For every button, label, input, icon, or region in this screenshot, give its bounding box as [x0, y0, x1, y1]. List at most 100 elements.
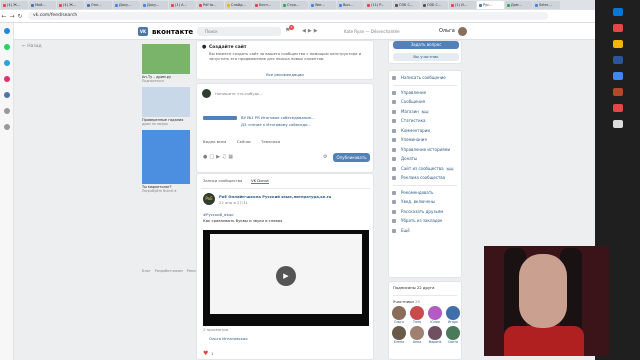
post-commenter[interactable]: Ольга Игнатовская: [209, 336, 248, 341]
browser-tab[interactable]: (11) P...: [365, 1, 392, 9]
vk-logo[interactable]: VK: [138, 27, 148, 36]
ad-image[interactable]: [142, 44, 190, 74]
visibility-option[interactable]: Видно всем: [203, 139, 226, 144]
avatar[interactable]: [458, 27, 467, 36]
back-link[interactable]: ← Назад: [22, 44, 42, 49]
attach-icons[interactable]: ●□▶♫▦: [203, 154, 235, 160]
menu-item[interactable]: Упоминания: [389, 135, 461, 145]
member-item[interactable]: Ольга: [391, 306, 407, 324]
friends-label[interactable]: Подписаны 22 друга: [389, 282, 461, 293]
post-time[interactable]: 22 апр в 17:31: [219, 200, 248, 205]
member-item[interactable]: Елена: [391, 326, 407, 344]
messenger-icon[interactable]: [3, 28, 10, 34]
vk-brand[interactable]: вконтакте: [152, 28, 193, 36]
member-item[interactable]: Света: [445, 326, 461, 344]
play-icon[interactable]: ▶: [276, 266, 296, 286]
menu-item[interactable]: Реклама сообщества: [389, 173, 461, 183]
menu-item[interactable]: Рекомендовать: [389, 188, 461, 198]
browser-tab[interactable]: Онл...: [85, 1, 112, 9]
word-icon[interactable]: [612, 56, 623, 64]
browser-tab[interactable]: Слайд...: [225, 1, 252, 9]
browser-tab[interactable]: ОЗБ С...: [393, 1, 420, 9]
browser-tab[interactable]: (1) А...: [169, 1, 196, 9]
member-button[interactable]: Вы участник: [393, 53, 459, 61]
topic-option[interactable]: Тематика: [261, 139, 280, 144]
composer-input[interactable]: Напишите что-нибудь...: [215, 91, 263, 96]
whatsapp-icon[interactable]: [3, 44, 10, 50]
telegram-icon[interactable]: [3, 60, 10, 66]
menu-item[interactable]: Статистика: [389, 116, 461, 126]
post-author-avatar[interactable]: PoE: [203, 193, 215, 205]
attachment-1[interactable]: ВУ №1 РЯ Итоговое собеседование...: [241, 115, 315, 120]
browser-tab[interactable]: Selec...: [533, 1, 560, 9]
gear-icon[interactable]: ⚙: [323, 154, 327, 160]
browser-tab[interactable]: ОЗБ С...: [421, 1, 448, 9]
menu-item[interactable]: Магазин New: [389, 107, 461, 117]
browser-tab[interactable]: Выч...: [337, 1, 364, 9]
write-message-link[interactable]: Написать сообщение: [389, 73, 461, 83]
tab-community-posts[interactable]: Записи сообщества: [203, 178, 242, 183]
member-item[interactable]: Юлия: [427, 306, 443, 324]
heart-icon[interactable]: ♥: [203, 350, 208, 357]
user-name[interactable]: Ольга: [439, 28, 455, 34]
chrome-icon[interactable]: [612, 72, 623, 80]
tab-vk-donut[interactable]: VK Donut: [251, 178, 269, 184]
footer-link[interactable]: Разработчикам: [155, 269, 183, 273]
browser-tab[interactable]: Стро...: [281, 1, 308, 9]
settings-icon[interactable]: [3, 124, 10, 130]
instagram-icon[interactable]: [3, 76, 10, 82]
menu-item[interactable]: Ещё: [389, 226, 461, 236]
back-arrow-icon[interactable]: ←: [0, 13, 8, 20]
browser-tab[interactable]: (1) И...: [449, 1, 476, 9]
menu-item[interactable]: Увед. включены: [389, 197, 461, 207]
publish-button[interactable]: Опубликовать: [333, 153, 370, 162]
menu-item[interactable]: Сайт из сообщества New: [389, 164, 461, 174]
menu-item[interactable]: Донаты: [389, 154, 461, 164]
browser-tab[interactable]: Wor...: [309, 1, 336, 9]
app-icon[interactable]: [612, 120, 623, 128]
search-input[interactable]: Поиск: [197, 27, 281, 36]
post-author[interactable]: РоЕ Онлайн-школа Русский язык,литература…: [219, 194, 331, 199]
forward-arrow-icon[interactable]: →: [8, 13, 16, 20]
all-recommendations-link[interactable]: Все рекомендации: [197, 72, 373, 77]
opera-icon[interactable]: [612, 24, 623, 32]
browser-tab[interactable]: Мой...: [29, 1, 56, 9]
browser-tab[interactable]: Доку...: [113, 1, 140, 9]
browser-tab[interactable]: Дом...: [505, 1, 532, 9]
windows-start-icon[interactable]: [612, 8, 623, 16]
url-field[interactable]: vk.com/feed/search: [28, 12, 548, 20]
menu-item[interactable]: Управление историями: [389, 145, 461, 155]
browser-tab[interactable]: (4) Ж...: [57, 1, 84, 9]
menu-item[interactable]: Убрать из закладок: [389, 216, 461, 226]
member-item[interactable]: Игорь: [445, 306, 461, 324]
powerpoint-icon[interactable]: [612, 88, 623, 96]
member-item[interactable]: Таня: [409, 306, 425, 324]
folder-icon[interactable]: [612, 40, 623, 48]
footer-link[interactable]: Блог: [142, 269, 151, 273]
reload-icon[interactable]: ↻: [16, 13, 24, 20]
history-icon[interactable]: [3, 108, 10, 114]
vk-icon[interactable]: [3, 92, 10, 98]
video-player[interactable]: ▶: [203, 230, 369, 326]
member-item[interactable]: Марина: [427, 326, 443, 344]
menu-item[interactable]: Рассказать друзьям: [389, 207, 461, 217]
record-icon[interactable]: [612, 104, 623, 112]
track-title[interactable]: Kate Ryan — Désenchantée: [344, 29, 400, 34]
ad-image[interactable]: [142, 87, 190, 117]
browser-tab[interactable]: (4) Ж...: [1, 1, 28, 9]
player-controls[interactable]: ◀▶▶: [302, 28, 320, 34]
browser-tab[interactable]: Pdf to...: [197, 1, 224, 9]
browser-tab[interactable]: Доку...: [141, 1, 168, 9]
menu-item[interactable]: Комментарии: [389, 126, 461, 136]
browser-tab[interactable]: Рус...: [477, 1, 504, 9]
post-hashtag[interactable]: #Русский_язык: [203, 212, 234, 217]
browser-tab[interactable]: Бесп...: [253, 1, 280, 9]
ask-question-button[interactable]: Задать вопрос: [393, 41, 459, 49]
time-option[interactable]: Сейчас: [237, 139, 251, 144]
menu-item[interactable]: Управление: [389, 88, 461, 98]
member-item[interactable]: Анна: [409, 326, 425, 344]
members-label[interactable]: Участники: [393, 299, 414, 304]
ad-image[interactable]: [142, 130, 190, 184]
menu-item[interactable]: Сообщения: [389, 97, 461, 107]
attachment-2[interactable]: ДЗ чтение к Итоговому собеседо...: [241, 122, 311, 127]
